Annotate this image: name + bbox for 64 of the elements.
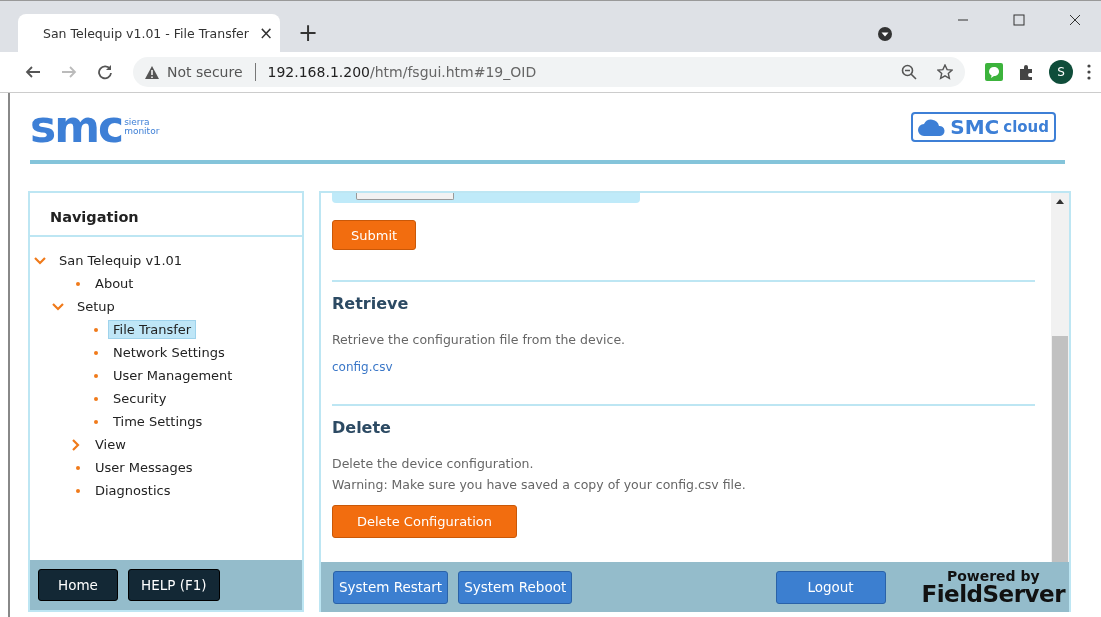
system-button[interactable]: System Reboot <box>458 570 573 604</box>
chat-icon[interactable] <box>985 63 1003 81</box>
tree-item[interactable]: About <box>90 274 139 293</box>
tree-item[interactable]: View <box>90 435 131 454</box>
logout-button[interactable]: Logout <box>775 570 886 604</box>
chevron-right-icon[interactable] <box>72 438 80 451</box>
close-icon[interactable] <box>1069 14 1081 26</box>
tree-item[interactable]: San Telequip v1.01 <box>54 251 188 270</box>
tree-item[interactable]: Time Settings <box>108 412 208 431</box>
nav-button[interactable]: HELP (F1) <box>128 569 220 601</box>
url-text: 192.168.1.200/htm/fsgui.htm#19_OID <box>267 64 537 80</box>
cloud-icon <box>918 117 947 136</box>
file-link[interactable]: config.csv <box>332 360 1035 374</box>
star-icon[interactable] <box>937 64 953 80</box>
tree-item[interactable]: User Messages <box>90 458 198 477</box>
system-button[interactable]: System Restart <box>333 570 449 604</box>
bullet-icon <box>94 373 98 378</box>
section-heading: Delete <box>332 418 392 437</box>
security-label: Not secure <box>167 64 243 80</box>
section-heading: Retrieve <box>332 294 410 313</box>
cloud-word: cloud <box>1003 117 1049 136</box>
tree-item[interactable]: User Management <box>108 366 238 385</box>
puzzle-icon[interactable] <box>1017 63 1035 81</box>
cloud-logo-text: SMC <box>950 114 1000 139</box>
logo-text: smc <box>30 104 123 149</box>
close-icon[interactable]: × <box>258 23 274 43</box>
tree-item[interactable]: Network Settings <box>108 343 230 362</box>
maximize-icon[interactable] <box>1013 14 1025 26</box>
bullet-icon <box>94 396 98 401</box>
description-text: Warning: Make sure you have saved a copy of your config.csv file. <box>332 476 747 494</box>
dropdown-icon[interactable] <box>877 26 893 42</box>
logo-subtext: sierra <box>124 117 151 127</box>
bullet-icon <box>76 281 80 286</box>
browser-tab[interactable]: San Telequip v1.01 - File Transfer × <box>18 14 280 52</box>
bullet-icon <box>94 419 98 424</box>
scroll-up-icon[interactable] <box>1056 199 1064 204</box>
back-icon[interactable] <box>25 64 41 80</box>
tree-item[interactable]: Setup <box>72 297 120 316</box>
bullet-icon <box>76 488 80 493</box>
tab-title: San Telequip v1.01 - File Transfer <box>43 25 249 41</box>
description-text: Retrieve the configuration file from the device. <box>332 331 627 349</box>
reload-icon[interactable] <box>97 64 113 80</box>
powered-by-text: Powered by <box>946 568 1040 583</box>
tree-item[interactable]: File Transfer <box>108 320 197 339</box>
tree-item[interactable]: Diagnostics <box>90 481 176 500</box>
warning-icon <box>145 65 159 79</box>
profile-avatar[interactable]: S <box>1049 60 1073 84</box>
bullet-icon <box>76 465 80 470</box>
menu-icon[interactable] <box>1087 64 1091 80</box>
panel-title: Navigation <box>30 193 302 237</box>
address-field[interactable]: Not secure 192.168.1.200/htm/fsgui.htm#19_OID <box>133 57 965 87</box>
new-tab-button[interactable]: + <box>298 20 319 46</box>
tree-item[interactable]: Security <box>108 389 172 408</box>
bullet-icon <box>94 327 98 332</box>
logo-subtext: monitor <box>124 126 160 136</box>
zoom-icon[interactable] <box>901 64 917 80</box>
scroll-thumb[interactable] <box>1052 336 1068 562</box>
description-text: Delete the device configuration. <box>332 455 535 473</box>
bullet-icon <box>94 350 98 355</box>
scrollbar[interactable] <box>1051 193 1069 562</box>
chevron-down-icon[interactable] <box>34 256 46 265</box>
nav-button[interactable]: Home <box>38 569 118 601</box>
file-input[interactable] <box>356 193 454 200</box>
chevron-down-icon[interactable] <box>52 302 64 311</box>
